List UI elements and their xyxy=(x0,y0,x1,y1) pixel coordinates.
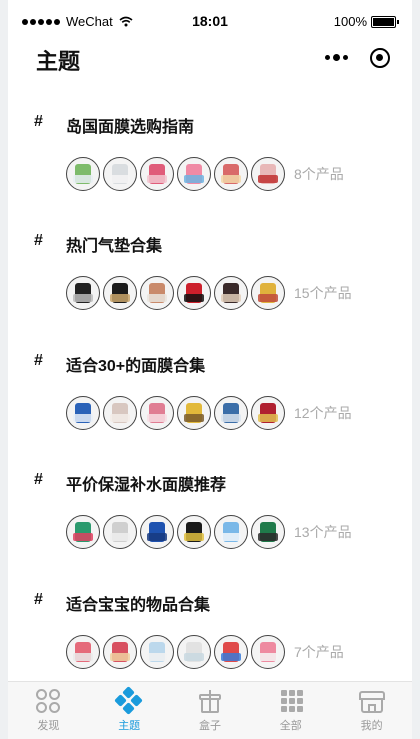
product-thumbnail[interactable] xyxy=(177,635,211,669)
tab-topic[interactable]: 主题 xyxy=(89,682,170,739)
product-thumbnails: 12个产品 xyxy=(66,396,352,430)
product-thumbnail[interactable] xyxy=(140,396,174,430)
product-thumbnail[interactable] xyxy=(251,157,285,191)
tab-label: 主题 xyxy=(118,720,141,732)
product-thumbnail[interactable] xyxy=(177,157,211,191)
battery-percent: 100% xyxy=(333,14,367,29)
tab-mine[interactable]: 我的 xyxy=(331,682,412,739)
hash-mark: # xyxy=(34,471,43,488)
target-circle-icon[interactable] xyxy=(370,48,390,68)
product-thumbnail[interactable] xyxy=(140,635,174,669)
topic-title[interactable]: 岛国面膜选购指南 xyxy=(66,113,194,137)
tab-label: 我的 xyxy=(360,720,383,732)
product-thumbnail[interactable] xyxy=(103,276,137,310)
shop-store-icon xyxy=(358,688,386,714)
tab-bar: 发现 主题 盒子 全部 我的 xyxy=(8,681,412,739)
topic-title[interactable]: 适合宝宝的物品合集 xyxy=(66,591,210,615)
battery-icon xyxy=(371,15,399,28)
product-count: 7个产品 xyxy=(294,644,344,660)
product-thumbnail[interactable] xyxy=(214,515,248,549)
product-thumbnail[interactable] xyxy=(214,157,248,191)
product-thumbnails: 7个产品 xyxy=(66,635,344,669)
product-thumbnail[interactable] xyxy=(251,276,285,310)
gift-box-icon xyxy=(196,688,224,714)
hash-mark: # xyxy=(34,352,43,369)
product-thumbnail[interactable] xyxy=(214,396,248,430)
hash-mark: # xyxy=(34,113,43,130)
product-thumbnails: 13个产品 xyxy=(66,515,352,549)
tab-discover[interactable]: 发现 xyxy=(8,682,89,739)
app-frame xyxy=(0,0,420,739)
grid-all-icon xyxy=(277,688,305,714)
product-thumbnail[interactable] xyxy=(214,276,248,310)
topic-title[interactable]: 适合30+的面膜合集 xyxy=(66,352,205,376)
product-thumbnail[interactable] xyxy=(103,396,137,430)
discover-circles-icon xyxy=(34,688,62,714)
product-count: 15个产品 xyxy=(294,285,352,301)
product-thumbnail[interactable] xyxy=(66,276,100,310)
topic-title[interactable]: 平价保湿补水面膜推荐 xyxy=(66,471,226,495)
tab-label: 发现 xyxy=(37,720,60,732)
product-count: 12个产品 xyxy=(294,405,352,421)
product-thumbnail[interactable] xyxy=(177,276,211,310)
product-thumbnail[interactable] xyxy=(66,515,100,549)
product-thumbnail[interactable] xyxy=(251,396,285,430)
product-thumbnail[interactable] xyxy=(103,515,137,549)
tab-all[interactable]: 全部 xyxy=(250,682,331,739)
product-thumbnail[interactable] xyxy=(140,515,174,549)
topic-title[interactable]: 热门气垫合集 xyxy=(66,232,162,256)
product-thumbnails: 15个产品 xyxy=(66,276,352,310)
tab-box[interactable]: 盒子 xyxy=(170,682,251,739)
product-count: 13个产品 xyxy=(294,524,352,540)
nav-bar: 主题 xyxy=(8,44,412,78)
product-thumbnail[interactable] xyxy=(177,396,211,430)
product-thumbnails: 8个产品 xyxy=(66,157,344,191)
tab-label: 全部 xyxy=(279,720,302,732)
hash-mark: # xyxy=(34,232,43,249)
product-thumbnail[interactable] xyxy=(66,396,100,430)
product-thumbnail[interactable] xyxy=(140,276,174,310)
product-thumbnail[interactable] xyxy=(103,635,137,669)
tab-label: 盒子 xyxy=(198,720,221,732)
page-title: 主题 xyxy=(36,49,81,74)
product-thumbnail[interactable] xyxy=(140,157,174,191)
product-thumbnail[interactable] xyxy=(103,157,137,191)
product-thumbnail[interactable] xyxy=(251,515,285,549)
product-thumbnail[interactable] xyxy=(177,515,211,549)
hash-mark: # xyxy=(34,591,43,608)
more-dots-icon[interactable] xyxy=(325,54,348,61)
product-thumbnail[interactable] xyxy=(251,635,285,669)
product-thumbnail[interactable] xyxy=(66,157,100,191)
product-thumbnail[interactable] xyxy=(66,635,100,669)
product-count: 8个产品 xyxy=(294,166,344,182)
product-thumbnail[interactable] xyxy=(214,635,248,669)
status-bar: WeChat 18:01 100% xyxy=(8,0,412,44)
topic-diamonds-icon xyxy=(114,686,144,715)
battery-info: 100% xyxy=(333,14,399,29)
